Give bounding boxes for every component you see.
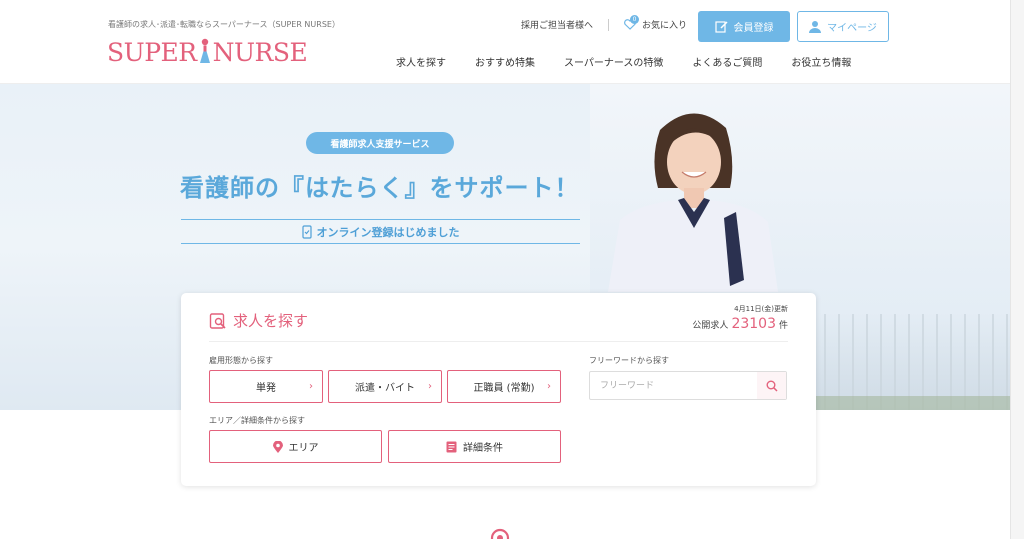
- area-button-label: エリア: [288, 443, 319, 454]
- nav-item-features[interactable]: おすすめ特集: [475, 54, 535, 69]
- public-job-count: 公開求人 23103 件: [692, 316, 788, 332]
- chevron-right-icon: ›: [547, 381, 551, 392]
- freeword-search: [589, 371, 787, 400]
- edit-icon: [714, 21, 728, 33]
- divider: [608, 18, 610, 31]
- location-pin-icon: [272, 440, 283, 453]
- online-registration-text: はじめました: [393, 225, 460, 239]
- search-panel-title: 求人を探す: [209, 310, 308, 331]
- temp-part-time-button[interactable]: 派遣・バイト ›: [328, 370, 442, 403]
- freeword-search-button[interactable]: [757, 372, 786, 399]
- full-time-label: 正職員 (常勤): [473, 383, 535, 394]
- favorites-label: お気に入り: [642, 21, 688, 31]
- nurse-photo: [608, 113, 778, 292]
- detail-conditions-label: 詳細条件: [463, 443, 503, 454]
- job-count-unit: 件: [778, 321, 788, 331]
- online-registration-banner[interactable]: オンライン登録 はじめました: [181, 219, 580, 244]
- divider: [209, 341, 788, 342]
- nav-item-faq[interactable]: よくあるご質問: [692, 54, 762, 69]
- last-updated-date: 4月11日(金)更新: [734, 305, 788, 313]
- area-button[interactable]: エリア: [209, 430, 382, 463]
- freeword-label: フリーワードから探す: [589, 356, 669, 365]
- document-list-icon: [446, 441, 457, 452]
- one-day-job-button[interactable]: 単発 ›: [209, 370, 323, 403]
- job-count-label: 公開求人: [692, 321, 729, 331]
- one-day-job-label: 単発: [256, 383, 276, 394]
- site-tagline: 看護師の求人･派遣･転職ならスーパーナース（SUPER NURSE）: [108, 20, 340, 29]
- nav-item-about[interactable]: スーパーナースの特徴: [564, 54, 663, 69]
- user-icon: [809, 21, 822, 33]
- recruiter-link[interactable]: 採用ご担当者様へ: [521, 18, 593, 31]
- search-icon: [766, 380, 778, 392]
- main-nav: 求人を探す おすすめ特集 スーパーナースの特徴 よくあるご質問 お役立ち情報: [396, 54, 851, 69]
- heart-icon: 0: [624, 14, 640, 31]
- site-logo[interactable]: SUPER NURSE: [107, 37, 308, 67]
- smartphone-icon: [301, 224, 312, 239]
- detail-conditions-button[interactable]: 詳細条件: [388, 430, 561, 463]
- register-label: 会員登録: [733, 23, 774, 34]
- logo-text-super: SUPER: [107, 37, 197, 67]
- full-time-button[interactable]: 正職員 (常勤) ›: [447, 370, 561, 403]
- favorites-link[interactable]: 0 お気に入り: [624, 14, 688, 31]
- mypage-label: マイページ: [827, 23, 877, 34]
- hero-headline: 看護師の『はたらく』をサポート！: [180, 174, 580, 202]
- freeword-input[interactable]: [590, 372, 750, 399]
- site-header: 看護師の求人･派遣･転職ならスーパーナース（SUPER NURSE） SUPER…: [0, 0, 1024, 84]
- register-button[interactable]: 会員登録: [698, 11, 790, 42]
- area-detail-label: エリア／詳細条件から探す: [209, 416, 305, 425]
- location-pin-icon: [490, 528, 510, 539]
- nav-item-useful-info[interactable]: お役立ち情報: [791, 54, 851, 69]
- service-pill: 看護師求人支援サービス: [306, 132, 454, 154]
- chevron-right-icon: ›: [309, 381, 313, 392]
- job-count-value: 23103: [731, 316, 776, 332]
- search-panel-title-text: 求人を探す: [233, 312, 309, 330]
- logo-text-nurse: NURSE: [212, 37, 308, 67]
- nav-item-job-search[interactable]: 求人を探す: [396, 54, 446, 69]
- hero-ground-decor: [810, 396, 1010, 410]
- nurse-figure-icon: [199, 38, 210, 63]
- temp-part-time-label: 派遣・バイト: [355, 383, 415, 394]
- employment-type-label: 雇用形態から探す: [209, 356, 273, 365]
- job-search-panel: 求人を探す 4月11日(金)更新 公開求人 23103 件 雇用形態から探す 単…: [181, 293, 816, 486]
- favorites-count-badge: 0: [630, 14, 640, 24]
- page-scrollbar[interactable]: [1010, 0, 1024, 539]
- chevron-right-icon: ›: [428, 381, 432, 392]
- online-registration-emphasis: オンライン登録: [316, 225, 394, 239]
- job-search-icon: [209, 312, 226, 329]
- utility-links: 採用ご担当者様へ 0 お気に入り: [521, 14, 688, 31]
- mypage-button[interactable]: マイページ: [797, 11, 889, 42]
